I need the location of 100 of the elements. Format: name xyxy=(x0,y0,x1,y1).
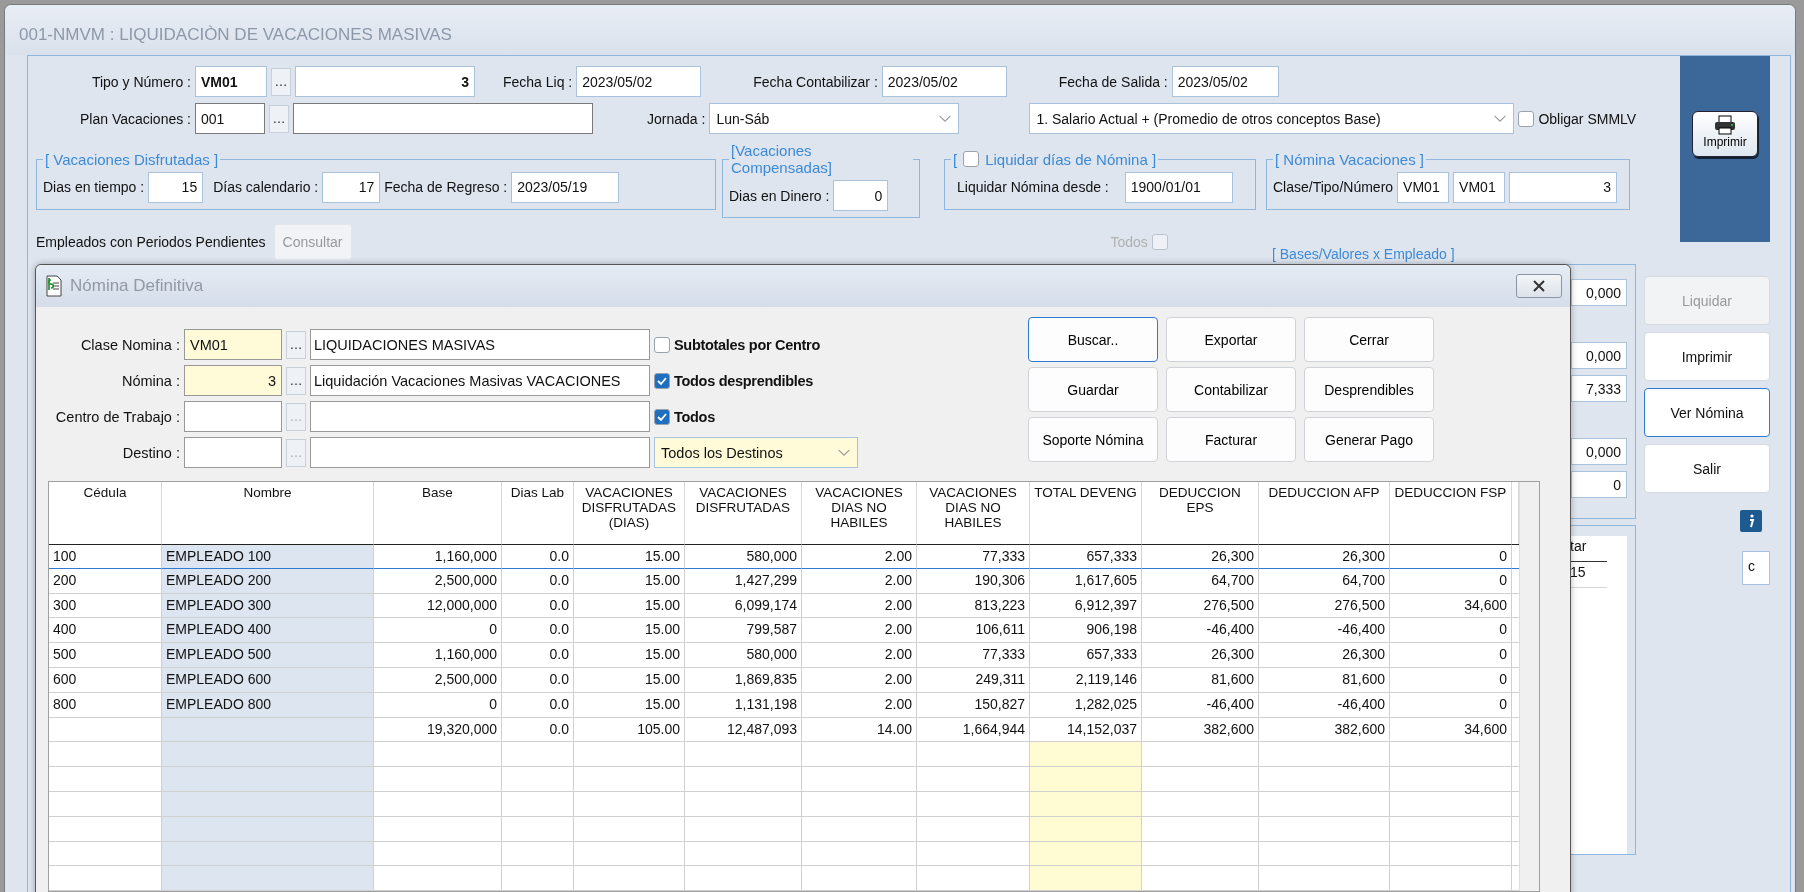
table-cell[interactable]: 1,869,835 xyxy=(685,668,802,693)
table-cell[interactable]: 0 xyxy=(1390,544,1512,569)
table-cell[interactable]: 81,600 xyxy=(1259,668,1390,693)
date-field[interactable]: 2023/05/02 xyxy=(576,66,702,97)
dropdown[interactable]: Lun-Sáb xyxy=(709,103,960,134)
value-field[interactable]: 0,000 xyxy=(1571,438,1627,465)
table-cell[interactable]: 600 xyxy=(49,668,162,693)
table-cell[interactable]: EMPLEADO 800 xyxy=(162,692,374,718)
table-cell[interactable]: 0 xyxy=(1390,618,1512,644)
date-field[interactable]: 2023/05/02 xyxy=(881,66,1007,97)
dialog-button[interactable]: Cerrar xyxy=(1304,317,1434,362)
input-field[interactable]: 15 xyxy=(148,171,204,203)
table-cell[interactable]: 1,427,299 xyxy=(685,568,802,594)
table-cell[interactable]: 81,600 xyxy=(1142,668,1259,693)
table-cell[interactable]: 813,223 xyxy=(917,593,1030,619)
table-cell[interactable]: 657,333 xyxy=(1030,544,1142,569)
table-cell[interactable]: 2,500,000 xyxy=(374,668,502,693)
table-cell[interactable]: 150,827 xyxy=(917,692,1030,718)
table-cell[interactable]: 106,611 xyxy=(917,618,1030,644)
input-field[interactable]: 3 xyxy=(184,365,282,396)
table-cell[interactable]: -46,400 xyxy=(1142,618,1259,644)
table-cell[interactable]: 26,300 xyxy=(1259,643,1390,668)
input-field[interactable]: VM01 xyxy=(1397,171,1450,203)
table-cell[interactable]: 300 xyxy=(49,593,162,619)
table-cell[interactable]: 2,500,000 xyxy=(374,568,502,594)
table-cell[interactable]: 100 xyxy=(49,544,162,569)
table-cell[interactable]: EMPLEADO 100 xyxy=(162,544,374,569)
table-cell[interactable]: 1,282,025 xyxy=(1030,692,1142,718)
dialog-button[interactable]: Buscar.. xyxy=(1028,317,1158,362)
table-cell[interactable]: 26,300 xyxy=(1142,544,1259,569)
table-cell[interactable]: 6,912,397 xyxy=(1030,593,1142,619)
table-cell[interactable]: 2.00 xyxy=(802,544,917,569)
table-cell[interactable]: 799,587 xyxy=(685,618,802,644)
side-button[interactable]: Ver Nómina xyxy=(1644,388,1770,437)
date-field[interactable]: 1900/01/01 xyxy=(1124,171,1233,203)
table-cell[interactable]: 26,300 xyxy=(1142,643,1259,668)
table-cell[interactable]: 0.0 xyxy=(502,643,574,668)
table-cell[interactable]: 0 xyxy=(1390,643,1512,668)
table-cell[interactable]: 2.00 xyxy=(802,668,917,693)
table-cell[interactable]: 0 xyxy=(1390,568,1512,594)
dialog-button[interactable]: Facturar xyxy=(1166,417,1296,462)
table-cell[interactable]: 2.00 xyxy=(802,568,917,594)
side-button[interactable]: Salir xyxy=(1644,444,1770,493)
date-field[interactable]: 2023/05/02 xyxy=(1171,66,1279,97)
side-button[interactable]: Imprimir xyxy=(1644,332,1770,381)
table-cell[interactable]: 0.0 xyxy=(502,618,574,644)
table-cell[interactable]: 200 xyxy=(49,568,162,594)
table-cell[interactable]: 1,131,198 xyxy=(685,692,802,718)
input-field[interactable]: c xyxy=(1742,551,1770,585)
table-cell[interactable]: 15.00 xyxy=(574,643,685,668)
input-field[interactable]: 0 xyxy=(833,180,889,211)
dropdown[interactable]: 1. Salario Actual + (Promedio de otros conceptos Base) xyxy=(1029,103,1515,134)
table-cell[interactable]: 400 xyxy=(49,618,162,644)
table-cell[interactable]: 657,333 xyxy=(1030,643,1142,668)
table-cell[interactable]: EMPLEADO 500 xyxy=(162,643,374,668)
table-cell[interactable]: 0.0 xyxy=(502,593,574,619)
table-cell[interactable]: 0 xyxy=(374,692,502,718)
table-cell[interactable]: 1,617,605 xyxy=(1030,568,1142,594)
table-cell[interactable]: 77,333 xyxy=(917,544,1030,569)
table-cell[interactable]: -46,400 xyxy=(1142,692,1259,718)
table-cell[interactable]: 6,099,174 xyxy=(685,593,802,619)
table-cell[interactable]: 15.00 xyxy=(574,668,685,693)
table-cell[interactable]: 15.00 xyxy=(574,593,685,619)
table-cell[interactable]: EMPLEADO 600 xyxy=(162,668,374,693)
table-cell[interactable]: 15.00 xyxy=(574,692,685,718)
table-cell[interactable]: 34,600 xyxy=(1390,593,1512,619)
dialog-button[interactable]: Exportar xyxy=(1166,317,1296,362)
print-button[interactable]: Imprimir xyxy=(1692,111,1758,157)
input-field[interactable]: 001 xyxy=(195,103,265,134)
table-cell[interactable]: -46,400 xyxy=(1259,618,1390,644)
table-cell[interactable]: EMPLEADO 200 xyxy=(162,568,374,594)
input-field[interactable]: 3 xyxy=(1509,171,1618,203)
table-cell[interactable]: 0.0 xyxy=(502,668,574,693)
dialog-button[interactable]: Desprendibles xyxy=(1304,367,1434,412)
table-cell[interactable]: 0.0 xyxy=(502,544,574,569)
table-cell[interactable]: 12,000,000 xyxy=(374,593,502,619)
table-cell[interactable]: -46,400 xyxy=(1259,692,1390,718)
browse-button[interactable]: … xyxy=(269,104,289,133)
table-cell[interactable]: 0 xyxy=(1390,668,1512,693)
table-cell[interactable]: 0 xyxy=(374,618,502,644)
dialog-button[interactable]: Generar Pago xyxy=(1304,417,1434,462)
table-cell[interactable]: 2.00 xyxy=(802,643,917,668)
dialog-button[interactable]: Contabilizar xyxy=(1166,367,1296,412)
table-cell[interactable]: 64,700 xyxy=(1259,568,1390,594)
table-cell[interactable]: 2.00 xyxy=(802,618,917,644)
browse-button[interactable]: … xyxy=(286,366,306,395)
table-cell[interactable]: 0.0 xyxy=(502,692,574,718)
table-cell[interactable]: 190,306 xyxy=(917,568,1030,594)
browse-button[interactable]: … xyxy=(286,330,306,359)
dialog-button[interactable]: Guardar xyxy=(1028,367,1158,412)
date-field[interactable]: 2023/05/19 xyxy=(511,171,620,203)
value-field[interactable]: 0,000 xyxy=(1571,342,1627,369)
table-cell[interactable]: 15.00 xyxy=(574,568,685,594)
table-cell[interactable]: 2.00 xyxy=(802,692,917,718)
table-cell[interactable]: 26,300 xyxy=(1259,544,1390,569)
table-cell[interactable]: 2,119,146 xyxy=(1030,668,1142,693)
table-cell[interactable]: 77,333 xyxy=(917,643,1030,668)
input-field[interactable]: VM01 xyxy=(1453,171,1506,203)
table-cell[interactable]: 276,500 xyxy=(1259,593,1390,619)
table-cell[interactable]: 276,500 xyxy=(1142,593,1259,619)
